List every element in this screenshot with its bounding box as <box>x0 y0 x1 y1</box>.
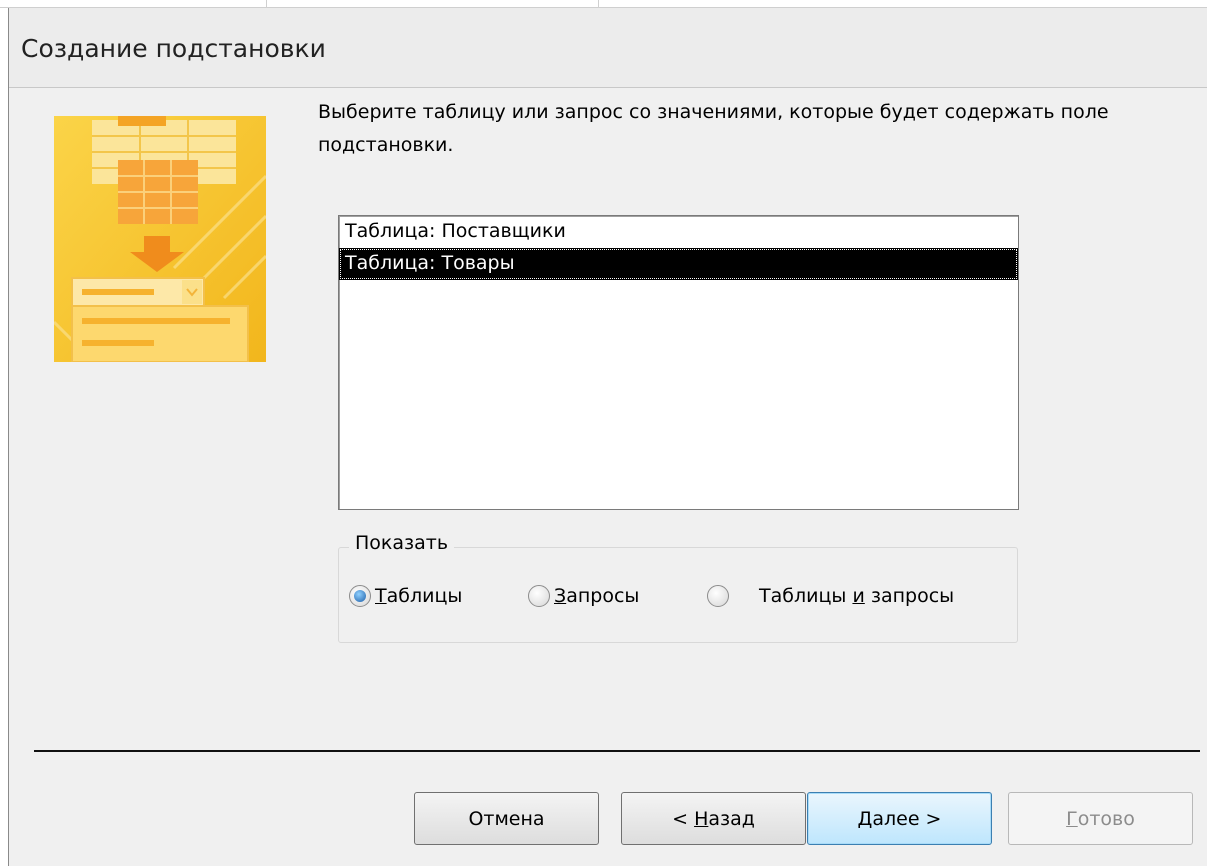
lookup-wizard-dialog: Создание подстановки Выберите таблицу ил… <box>8 8 1207 866</box>
back-button[interactable]: < Назад <box>621 792 806 845</box>
wizard-illustration <box>54 116 266 362</box>
next-button-label: Далее > <box>857 807 942 830</box>
radio-queries[interactable]: Запросы <box>528 582 639 610</box>
radio-queries-label: Запросы <box>554 585 640 607</box>
dialog-title: Создание подстановки <box>21 34 326 63</box>
radio-tables-and-queries-label: Таблицы и запросы <box>759 585 955 607</box>
next-button[interactable]: Далее > <box>807 792 992 845</box>
lookup-wizard-icon <box>54 116 266 362</box>
radio-unchecked-icon <box>707 585 729 607</box>
radio-tables-label: Таблицы <box>375 585 463 607</box>
cancel-button[interactable]: Отмена <box>414 792 599 845</box>
top-strip <box>0 0 1207 8</box>
back-button-label: < Назад <box>672 807 755 830</box>
cancel-button-label: Отмена <box>468 807 545 830</box>
show-group-legend: Показать <box>349 532 455 554</box>
list-item[interactable]: Таблица: Поставщики <box>339 216 1018 248</box>
finish-button-label: Готово <box>1066 807 1135 830</box>
radio-checked-icon <box>349 585 371 607</box>
radio-tables-and-queries[interactable]: Таблицы и запросы <box>707 582 954 610</box>
top-divider <box>598 0 599 8</box>
radio-unchecked-icon <box>528 585 550 607</box>
title-bar: Создание подстановки <box>9 8 1207 88</box>
footer-separator <box>34 750 1200 752</box>
list-item-selected[interactable]: Таблица: Товары <box>339 248 1018 280</box>
table-list[interactable]: Таблица: Поставщики Таблица: Товары <box>338 215 1019 510</box>
instructions-text: Выберите таблицу или запрос со значениям… <box>318 101 1109 156</box>
show-groupbox: Показать Таблицы Запросы Таблицы и запро… <box>338 532 1018 643</box>
top-divider <box>266 0 267 8</box>
finish-button[interactable]: Готово <box>1008 792 1193 845</box>
radio-tables[interactable]: Таблицы <box>349 582 462 610</box>
